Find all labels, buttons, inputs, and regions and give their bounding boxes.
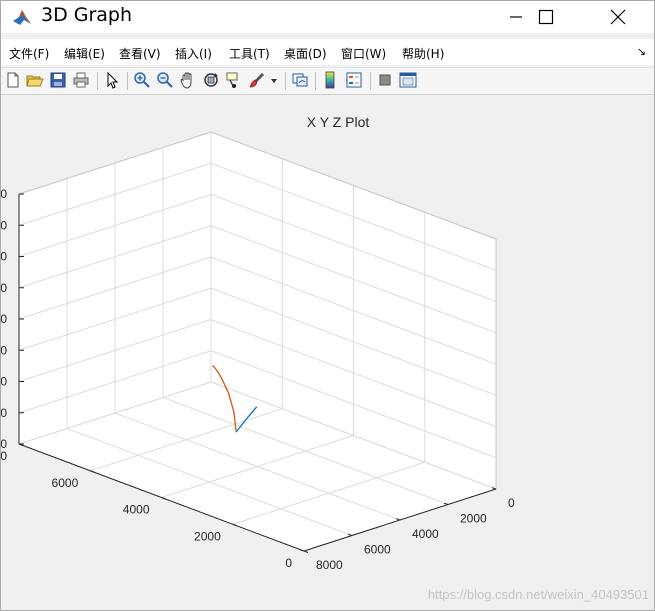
figure-canvas[interactable]: X Y Z Plot 0 2000 4000 6000 8000 0 2000 4000 600… [1,95,655,611]
rotate-3d-icon[interactable] [202,71,220,89]
watermark: https://blog.csdn.net/weixin_40493501 [428,587,649,602]
dock-arrow-icon[interactable]: ↘ [637,45,646,58]
print-icon[interactable] [72,71,90,89]
open-file-icon[interactable] [26,71,44,89]
zoom-in-icon[interactable] [133,71,151,89]
toolbar [1,67,654,95]
brush-icon[interactable] [248,71,266,89]
link-plot-icon[interactable] [291,71,309,89]
hide-plot-tools-icon[interactable] [376,71,394,89]
x-tick-label: 6000 [364,543,391,557]
x-tick-label: 2000 [460,512,487,526]
y-tick-label: 6000 [52,476,79,490]
show-plot-tools-icon[interactable] [399,71,417,89]
toolbar-separator [285,72,286,90]
menu-tools[interactable]: 工具(T) [229,45,270,62]
axes-3d[interactable]: X Y Z Plot 02000400060008000020004000600… [1,95,655,611]
legend-icon[interactable] [345,71,363,89]
toolbar-separator [127,72,128,90]
toolbar-separator [315,72,316,90]
brush-dropdown-icon[interactable] [269,71,279,89]
z-tick-label: 7000 [1,218,7,232]
menu-insert[interactable]: 插入(I) [175,45,212,62]
menu-view[interactable]: 查看(V) [119,45,161,62]
edit-plot-arrow-icon[interactable] [103,71,121,89]
y-tick-mark [303,550,309,553]
plot-title: X Y Z Plot [307,114,370,130]
z-tick-label: 2000 [1,375,7,389]
y-tick-label: 2000 [194,529,221,543]
z-tick-label: 1000 [1,406,7,420]
y-tick-label: 4000 [123,503,150,517]
minimize-icon [510,16,522,18]
y-tick-label: 0 [285,556,292,570]
matlab-logo-icon [11,6,33,28]
x-tick-label: 8000 [316,558,343,572]
figure-window: 3D Graph 文件(F) 编辑(E) 查看(V) 插入(I) 工具(T) 桌… [0,0,655,611]
y-tick-label: 8000 [1,449,7,463]
z-tick-label: 0 [1,437,7,451]
window-title: 3D Graph [41,4,133,26]
x-tick-label: 0 [508,496,515,510]
z-tick-label: 6000 [1,250,7,264]
menu-desktop[interactable]: 桌面(D) [284,45,327,62]
toolbar-separator [97,72,98,90]
x-tick-label: 4000 [412,527,439,541]
save-icon[interactable] [49,71,67,89]
menu-file[interactable]: 文件(F) [9,45,49,62]
new-figure-icon[interactable] [4,71,22,89]
menu-edit[interactable]: 编辑(E) [64,45,105,62]
menu-help[interactable]: 帮助(H) [402,45,444,62]
toolbar-separator [370,72,371,90]
maximize-icon [538,9,554,25]
colorbar-icon[interactable] [321,71,339,89]
maximize-button[interactable] [523,1,569,33]
z-tick-label: 8000 [1,187,7,201]
menu-window[interactable]: 窗口(W) [341,45,386,62]
z-tick-label: 3000 [1,343,7,357]
zoom-out-icon[interactable] [156,71,174,89]
pan-hand-icon[interactable] [179,71,197,89]
title-bar: 3D Graph [1,1,654,33]
z-tick-label: 4000 [1,312,7,326]
data-cursor-icon[interactable] [225,71,243,89]
z-tick-label: 5000 [1,281,7,295]
menu-bar: 文件(F) 编辑(E) 查看(V) 插入(I) 工具(T) 桌面(D) 窗口(W… [1,39,654,65]
close-button[interactable] [595,1,641,33]
close-icon [610,9,626,25]
